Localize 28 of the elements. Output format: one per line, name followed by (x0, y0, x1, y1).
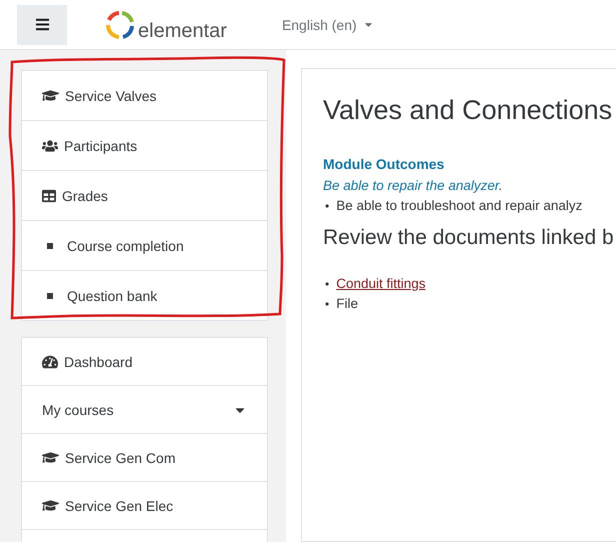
menu-button[interactable] (17, 4, 67, 44)
nav-item[interactable]: Course completion (22, 220, 267, 270)
outcome-item: Be able to troubleshoot and repair analyz (336, 197, 582, 215)
table-icon (42, 188, 56, 202)
bullet-marker: • (325, 198, 330, 215)
logo-text: elementar (138, 20, 227, 40)
nav-item[interactable]: My courses (22, 385, 267, 433)
language-menu[interactable]: English (en) (282, 16, 374, 32)
square-bullet-icon (47, 242, 53, 248)
gauge-icon (42, 354, 58, 370)
nav-item[interactable]: Question bank (22, 270, 267, 320)
bullet-marker: • (325, 276, 330, 293)
outcome-text: Be able to repair the analyzer. (323, 178, 504, 193)
document-item: File (336, 295, 358, 313)
page-title: Valves and Connections (323, 95, 614, 126)
section-heading: Module Outcomes (323, 156, 446, 172)
nav-item[interactable]: Dashboard (22, 338, 267, 385)
square-bullet-icon (47, 292, 53, 298)
menu-icon (34, 17, 50, 32)
document-link[interactable]: Conduit fittings (336, 274, 426, 294)
nav-item[interactable]: Participants (22, 120, 267, 170)
nav-item[interactable]: Service Gen Elec (22, 481, 267, 529)
people-icon (42, 138, 58, 154)
subheading: Review the documents linked b (323, 226, 615, 250)
nav-item[interactable]: Service Valves (22, 71, 267, 120)
bullet-marker: • (325, 296, 330, 313)
nav-item[interactable]: Service Gen Com (22, 433, 267, 481)
nav-item[interactable]: Grades (22, 170, 267, 220)
